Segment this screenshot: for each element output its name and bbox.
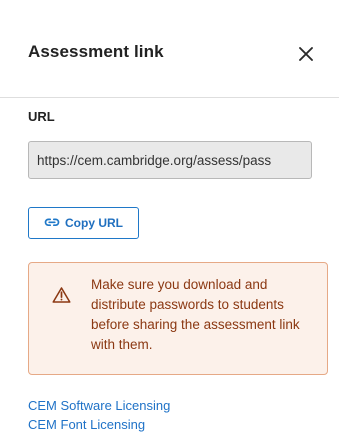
- copy-url-label: Copy URL: [65, 216, 123, 230]
- link-icon: [44, 218, 60, 227]
- password-warning-callout: Make sure you download and distribute pa…: [28, 262, 328, 375]
- software-licensing-link[interactable]: CEM Software Licensing: [28, 396, 308, 415]
- assessment-link-panel: Assessment link URL Copy URL Make sure y…: [0, 0, 339, 432]
- close-icon[interactable]: [298, 46, 314, 62]
- assessment-url-field[interactable]: [28, 141, 312, 179]
- panel-header: Assessment link: [0, 0, 339, 98]
- font-licensing-link[interactable]: CEM Font Licensing: [28, 415, 308, 432]
- footer-links: CEM Software Licensing CEM Font Licensin…: [28, 396, 308, 432]
- url-label: URL: [28, 109, 55, 124]
- copy-url-button[interactable]: Copy URL: [28, 207, 139, 239]
- warning-icon: [52, 287, 71, 303]
- warning-message: Make sure you download and distribute pa…: [91, 277, 300, 352]
- panel-title: Assessment link: [28, 42, 164, 61]
- close-button[interactable]: [293, 41, 319, 67]
